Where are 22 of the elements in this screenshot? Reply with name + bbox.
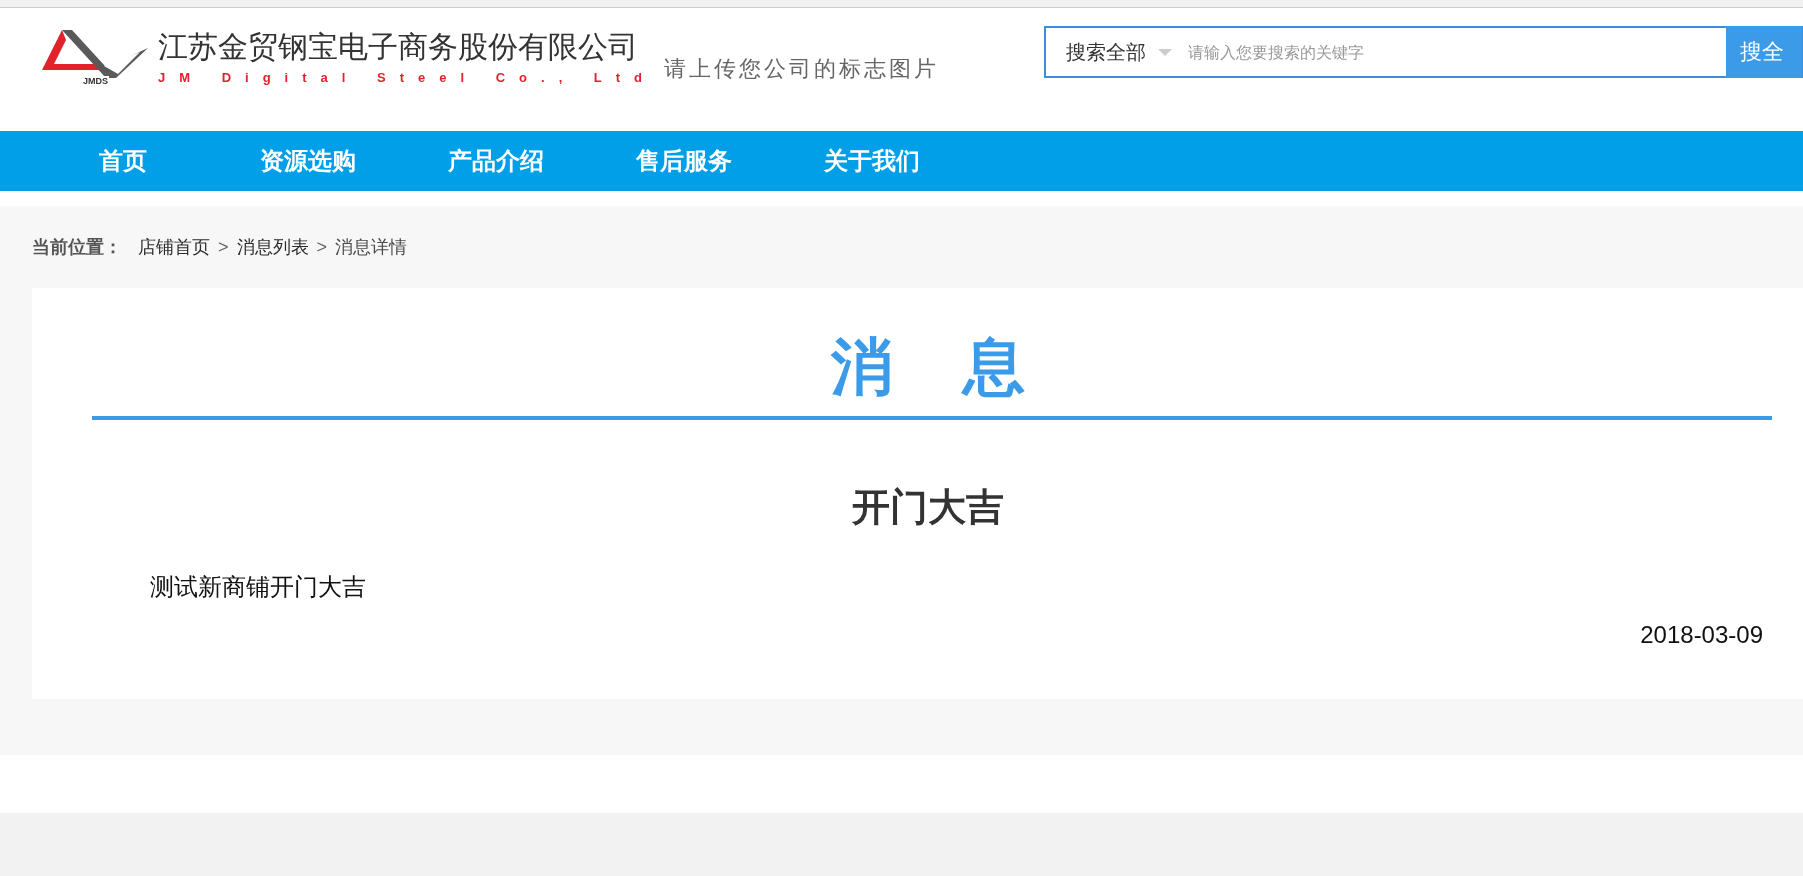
section-title: 消 息	[829, 329, 1030, 405]
caret-icon	[1158, 48, 1172, 56]
breadcrumb-link[interactable]: 消息列表	[236, 235, 309, 259]
breadcrumb-separator: >	[316, 236, 328, 258]
nav-link[interactable]: 产品介绍	[448, 145, 636, 177]
breadcrumb-current: 消息详情	[335, 235, 408, 259]
nav-link[interactable]: 关于我们	[824, 145, 1012, 177]
breadcrumb-separator: >	[218, 236, 229, 258]
logo-mark-text: JMDS	[82, 76, 109, 86]
search-bar[interactable]: 搜索全部 请输入您要搜索的关键字 搜全	[1044, 26, 1803, 78]
message-body: 测试新商铺开门大吉	[150, 572, 367, 602]
message-date: 2018-03-09	[1640, 621, 1763, 649]
company-english-name: JM Digital Steel Co., Ltd	[158, 70, 657, 85]
nav-link[interactable]: 资源选购	[260, 145, 448, 177]
message-title: 开门大吉	[850, 485, 1005, 529]
nav-link[interactable]: 售后服务	[636, 145, 824, 177]
search-button[interactable]: 搜全	[1726, 26, 1802, 78]
breadcrumb-label: 当前位置：	[32, 235, 122, 259]
breadcrumb-link[interactable]: 店铺首页	[138, 235, 210, 259]
company-name: 江苏金贸钢宝电子商务股份有限公司	[158, 28, 639, 66]
logo-upload-hint: 请上传您公司的标志图片	[664, 55, 940, 83]
nav-link[interactable]: 首页	[99, 145, 260, 177]
